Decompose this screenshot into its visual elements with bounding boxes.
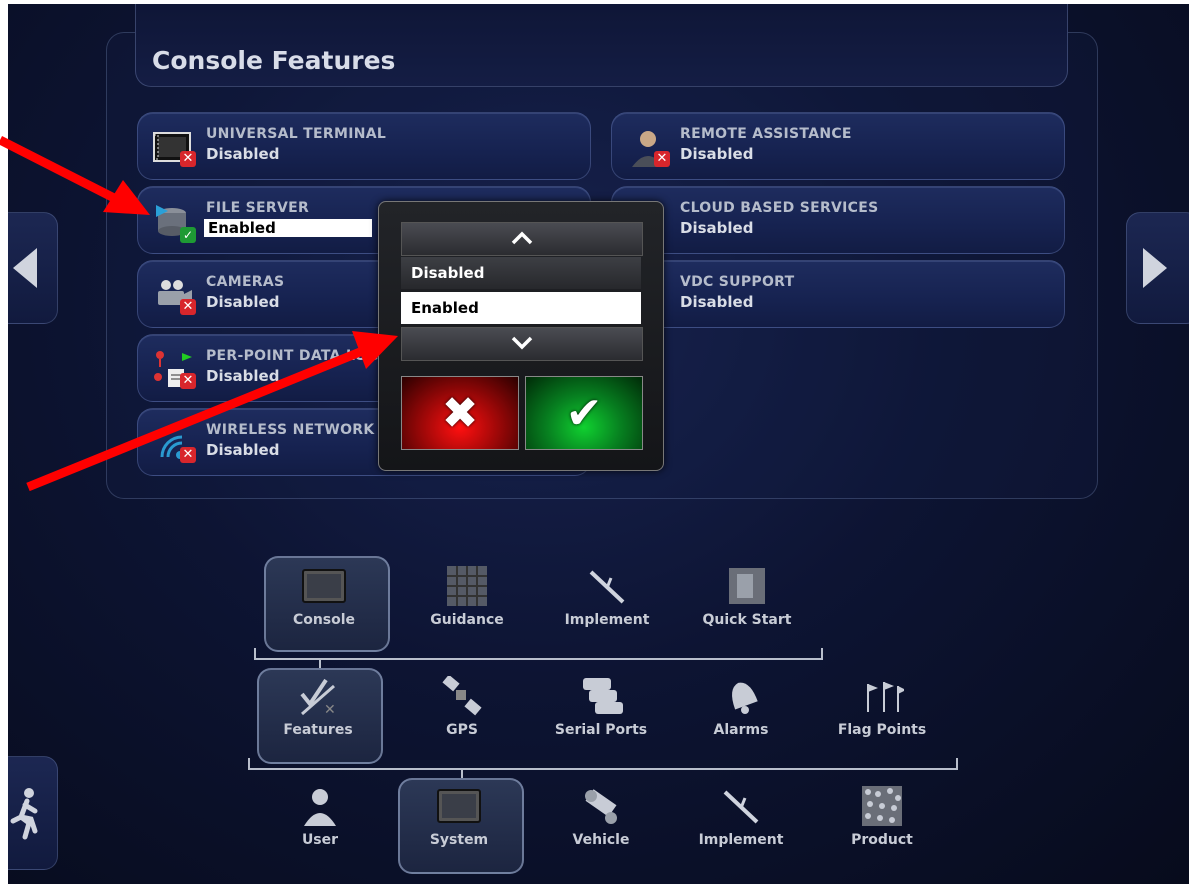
nav-features[interactable]: ✕ Features [258,676,378,738]
user-icon [304,789,336,826]
svg-text:✕: ✕ [324,702,336,716]
nav-label: Features [283,722,353,738]
feature-vdc-support[interactable]: VDC SUPPORT Disabled [611,260,1065,328]
nav-console[interactable]: Console [264,566,384,628]
cross-icon: ✖ [441,387,479,439]
nav-label: Guidance [430,612,504,628]
feature-name: FILE SERVER [206,200,310,216]
nav-alarms[interactable]: Alarms [681,676,801,738]
nav-guidance[interactable]: Guidance [407,566,527,628]
feature-name: VDC SUPPORT [680,274,795,290]
feature-name: CAMERAS [206,274,285,290]
product-icon [862,786,902,826]
nav-user[interactable]: User [260,786,380,848]
nav-quick-start[interactable]: Quick Start [687,566,807,628]
satellite-icon [442,676,482,716]
triangle-left-icon [13,248,37,288]
feature-name: WIRELESS NETWORK [206,422,375,438]
enabled-check-icon: ✓ [180,227,196,243]
nav-label: Console [292,612,356,628]
feature-value: Disabled [680,145,754,163]
feature-value: Disabled [206,145,280,163]
running-man-icon [10,788,38,840]
features-icon: ✕ [300,678,336,716]
feature-universal-terminal[interactable]: ✕ UNIVERSAL TERMINAL Disabled [137,112,591,180]
triangle-right-icon [1143,248,1167,288]
value-picker-dialog: Disabled Enabled ✖ ✔ [378,201,664,471]
nav-label: Flag Points [837,722,927,738]
nav-product[interactable]: Product [822,786,942,848]
serial-port-icon [583,678,623,714]
option-disabled[interactable]: Disabled [401,257,641,289]
chevron-up-icon [511,231,533,245]
nav-bracket [254,648,823,660]
feature-name: REMOTE ASSISTANCE [680,126,852,142]
confirm-button[interactable]: ✔ [525,376,643,450]
cancel-button[interactable]: ✖ [401,376,519,450]
nav-label: System [429,832,489,848]
nav-gps[interactable]: GPS [402,676,522,738]
nav-implement[interactable]: Implement [547,566,667,628]
nav-bracket [248,758,958,770]
implement-icon [589,570,625,604]
page-title: Console Features [152,46,396,75]
check-icon: ✔ [565,387,603,439]
nav-label: User [301,832,339,848]
nav-label: Alarms [713,722,769,738]
nav-implement-2[interactable]: Implement [681,786,801,848]
feature-value: Disabled [206,367,280,385]
scroll-down-button[interactable] [401,327,643,361]
exit-button[interactable] [8,756,58,870]
system-icon [437,789,481,823]
console-icon [302,569,346,603]
bell-icon [732,682,758,714]
scroll-up-button[interactable] [401,222,643,256]
feature-value-selected: Enabled [204,219,372,237]
feature-value: Disabled [206,293,280,311]
disabled-x-icon: ✕ [180,373,196,389]
nav-label: Vehicle [572,832,630,848]
next-page-button[interactable] [1126,212,1189,324]
feature-name: UNIVERSAL TERMINAL [206,126,387,142]
tractor-icon [585,789,617,824]
disabled-x-icon: ✕ [180,299,196,315]
nav-serial-ports[interactable]: Serial Ports [541,676,661,738]
feature-value: Disabled [680,293,754,311]
nav-label: Serial Ports [554,722,648,738]
nav-label: Implement [698,832,784,848]
nav-label: Quick Start [702,612,792,628]
feature-cloud-based-services[interactable]: CLOUD BASED SERVICES Disabled [611,186,1065,254]
option-enabled-selected[interactable]: Enabled [401,292,641,324]
disabled-x-icon: ✕ [654,151,670,167]
disabled-x-icon: ✕ [180,151,196,167]
feature-value: Disabled [206,441,280,459]
feature-value: Disabled [680,219,754,237]
nav-vehicle[interactable]: Vehicle [541,786,661,848]
feature-remote-assistance[interactable]: ✕ REMOTE ASSISTANCE Disabled [611,112,1065,180]
nav-label: Implement [564,612,650,628]
quick-start-icon [729,568,765,604]
console-screen: Console Features ✕ UNIVERSAL TERMINAL Di… [8,4,1189,884]
flags-icon [867,682,904,712]
disabled-x-icon: ✕ [180,447,196,463]
nav-flag-points[interactable]: Flag Points [822,676,942,738]
nav-system[interactable]: System [399,786,519,848]
feature-name: CLOUD BASED SERVICES [680,200,879,216]
nav-label: Product [851,832,913,848]
guidance-grid-icon [447,566,487,606]
previous-page-button[interactable] [8,212,58,324]
implement-icon [723,790,759,824]
chevron-down-icon [511,336,533,350]
nav-label: GPS [446,722,478,738]
